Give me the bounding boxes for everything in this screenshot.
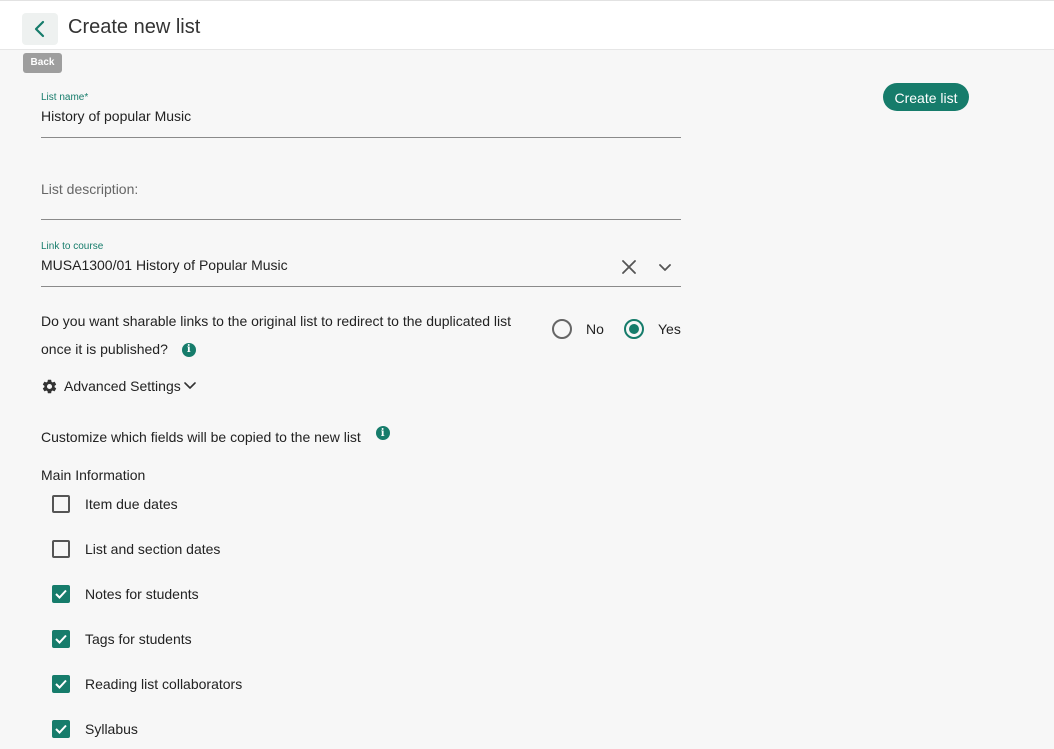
checkbox-box[interactable]	[52, 630, 70, 648]
top-bar: Create new list	[0, 0, 1054, 50]
info-icon[interactable]: i	[375, 426, 390, 441]
advanced-settings-label: Advanced Settings	[64, 378, 181, 394]
checkbox-item-due-dates[interactable]: Item due dates	[52, 494, 178, 514]
checkbox-label: Item due dates	[85, 496, 178, 512]
list-description-field[interactable]: List description:	[41, 178, 681, 220]
redirect-question-text: Do you want sharable links to the origin…	[41, 313, 512, 357]
list-name-label: List name*	[41, 92, 89, 103]
list-name-field[interactable]: List name* History of popular Music	[41, 92, 681, 138]
customize-fields-label: Customize which fields will be copied to…	[41, 429, 361, 445]
redirect-yes-radio[interactable]	[624, 319, 644, 339]
checkbox-label: Syllabus	[85, 721, 138, 737]
checkbox-label: Notes for students	[85, 586, 199, 602]
chevron-down-icon	[659, 264, 671, 271]
close-icon	[622, 260, 636, 274]
main-information-title: Main Information	[41, 467, 146, 483]
redirect-no-label: No	[586, 321, 604, 337]
gear-icon	[42, 379, 57, 393]
checkbox-reading-list-collaborators[interactable]: Reading list collaborators	[52, 674, 242, 694]
clear-course-button[interactable]	[619, 257, 639, 277]
checkmark-icon	[55, 634, 67, 644]
customize-fields-heading: Customize which fields will be copied to…	[41, 426, 390, 445]
checkbox-notes-for-students[interactable]: Notes for students	[52, 584, 199, 604]
page-title: Create new list	[68, 16, 201, 38]
checkbox-label: List and section dates	[85, 541, 221, 557]
redirect-yes-label: Yes	[658, 321, 681, 337]
checkbox-box[interactable]	[52, 720, 70, 738]
redirect-no-radio[interactable]	[552, 319, 572, 339]
checkbox-list-section-dates[interactable]: List and section dates	[52, 539, 220, 559]
checkbox-label: Reading list collaborators	[85, 676, 243, 692]
checkmark-icon	[55, 679, 67, 689]
link-to-course-underline	[41, 286, 681, 287]
checkbox-box[interactable]	[52, 540, 70, 558]
chevron-left-icon	[34, 20, 45, 38]
back-button[interactable]	[22, 13, 58, 45]
link-to-course-field[interactable]: Link to course MUSA1300/01 History of Po…	[41, 241, 681, 287]
redirect-question: Do you want sharable links to the origin…	[41, 307, 531, 363]
list-name-input[interactable]: History of popular Music	[41, 108, 681, 124]
link-to-course-select[interactable]: MUSA1300/01 History of Popular Music	[41, 257, 681, 273]
list-name-underline	[41, 137, 681, 138]
checkmark-icon	[55, 724, 67, 734]
course-dropdown-toggle[interactable]	[655, 258, 675, 278]
chevron-down-icon	[183, 382, 196, 389]
advanced-settings-toggle[interactable]: Advanced Settings	[41, 376, 196, 396]
checkbox-syllabus[interactable]: Syllabus	[52, 719, 138, 739]
link-to-course-label: Link to course	[41, 241, 104, 252]
checkbox-box[interactable]	[52, 495, 70, 513]
checkbox-tags-for-students[interactable]: Tags for students	[52, 629, 192, 649]
checkbox-box[interactable]	[52, 675, 70, 693]
checkbox-box[interactable]	[52, 585, 70, 603]
back-tooltip: Back	[23, 53, 62, 73]
checkbox-label: Tags for students	[85, 631, 192, 647]
list-description-input[interactable]: List description:	[41, 181, 681, 197]
info-icon[interactable]: i	[181, 343, 196, 358]
checkmark-icon	[55, 589, 67, 599]
create-list-button[interactable]: Create list	[883, 83, 969, 111]
list-description-underline	[41, 219, 681, 220]
